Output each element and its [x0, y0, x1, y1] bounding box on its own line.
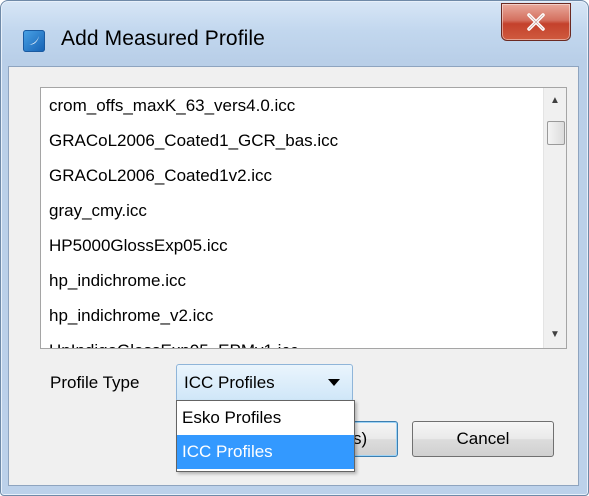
dialog-title: Add Measured Profile — [61, 27, 265, 50]
profile-type-select[interactable]: ICC Profiles — [176, 364, 353, 402]
list-item[interactable]: hp_indichrome_v2.icc — [41, 298, 544, 333]
cancel-button[interactable]: Cancel — [412, 421, 554, 457]
vertical-scrollbar[interactable]: ▲ ▼ — [543, 88, 566, 348]
close-icon — [527, 13, 545, 31]
list-item[interactable]: HpIndigoGlossExp05_EPMv1.icc — [41, 333, 544, 348]
list-item[interactable]: HP5000GlossExp05.icc — [41, 228, 544, 263]
list-item[interactable]: GRACoL2006_Coated1_GCR_bas.icc — [41, 123, 544, 158]
list-item[interactable]: crom_offs_maxK_63_vers4.0.icc — [41, 88, 544, 123]
close-button[interactable] — [501, 3, 571, 41]
profile-type-label: Profile Type — [50, 373, 140, 392]
list-item[interactable]: gray_cmy.icc — [41, 193, 544, 228]
add-button-label: s) — [353, 429, 368, 448]
dropdown-option-icc[interactable]: ICC Profiles — [177, 435, 354, 469]
profile-type-selected-value: ICC Profiles — [184, 373, 275, 392]
profile-list: crom_offs_maxK_63_vers4.0.icc GRACoL2006… — [41, 88, 544, 348]
chevron-down-icon — [328, 379, 340, 386]
dropdown-option-esko[interactable]: Esko Profiles — [177, 401, 354, 435]
profile-listbox[interactable]: crom_offs_maxK_63_vers4.0.icc GRACoL2006… — [40, 87, 567, 349]
list-item[interactable]: GRACoL2006_Coated1v2.icc — [41, 158, 544, 193]
scroll-down-arrow-icon[interactable]: ▼ — [544, 324, 566, 346]
scroll-up-arrow-icon[interactable]: ▲ — [544, 90, 566, 112]
scroll-thumb[interactable] — [547, 121, 565, 145]
profile-type-dropdown: Esko Profiles ICC Profiles — [176, 400, 355, 472]
app-icon — [23, 30, 45, 52]
list-item[interactable]: hp_indichrome.icc — [41, 263, 544, 298]
